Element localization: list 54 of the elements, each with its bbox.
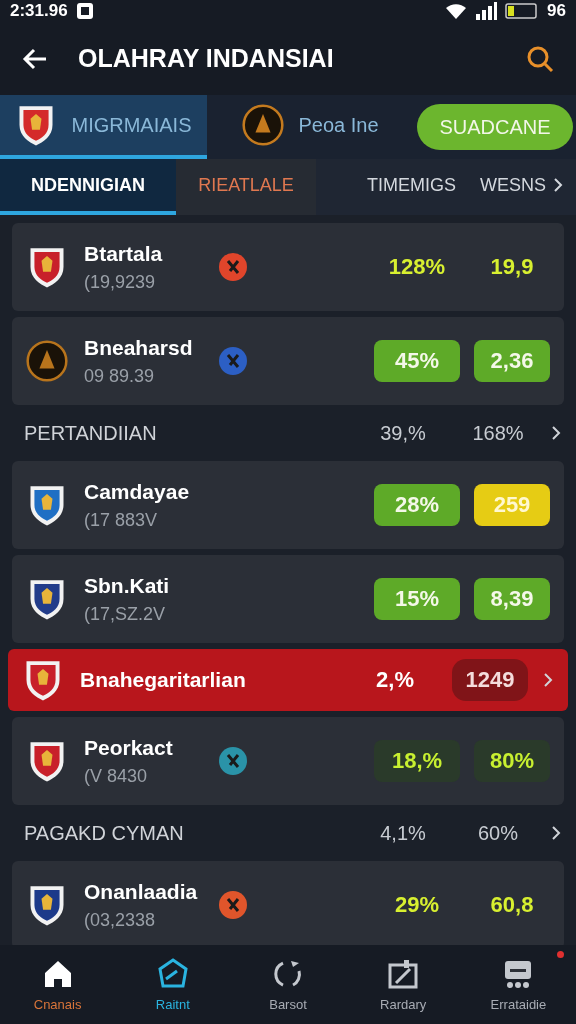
team-row[interactable]: Sbn.Kati (17,SZ.2V 15% 8,39	[12, 555, 564, 643]
team-code: (03,2338	[84, 909, 157, 931]
stat-value: 19,9	[489, 253, 535, 281]
team-code: (17,SZ.2V	[84, 603, 167, 625]
search-icon[interactable]	[526, 44, 554, 73]
signal-icon	[475, 2, 498, 20]
stat-value: 39,%	[379, 420, 427, 446]
stat-value: 4,1%	[379, 820, 427, 846]
back-icon[interactable]	[22, 46, 48, 71]
team-row[interactable]: Camdayae (17 883V 28% 259	[12, 461, 564, 549]
stat-value: 8,39	[474, 578, 550, 620]
stat-value: 168%	[471, 420, 525, 446]
wifi-icon	[445, 2, 468, 20]
status-time: 2:31.96	[10, 1, 68, 21]
team-name: Bnahegaritarlian	[80, 668, 246, 692]
category-tab[interactable]: RIEATLALE	[176, 159, 316, 215]
stat-value: 15%	[374, 578, 460, 620]
team-code: (V 8430	[84, 765, 149, 787]
stat-value: 2,%	[375, 666, 415, 694]
board-icon	[386, 957, 421, 991]
stat-value: 259	[474, 484, 550, 526]
team-code: (17 883V	[84, 509, 159, 531]
stat-value: 18,%	[374, 740, 460, 782]
stat-value: 60%	[477, 820, 519, 846]
category-tab[interactable]: TIMEMIGS	[355, 159, 468, 215]
team-row[interactable]: Btartala (19,9239 128% 19,9	[12, 223, 564, 311]
team-code: (19,9239	[84, 271, 157, 293]
stat-value: 29%	[393, 891, 440, 919]
stat-value: 80%	[474, 740, 550, 782]
team-name: Bneaharsd	[84, 335, 194, 360]
stat-value: 2,36	[474, 340, 550, 382]
category-tab[interactable]: NDENNIGIAN	[0, 159, 176, 215]
team-name: Peorkact	[84, 735, 174, 760]
stat-value: 1249	[452, 659, 528, 701]
stat-value: 45%	[374, 340, 460, 382]
stat-value: 60,8	[489, 891, 535, 919]
team-row[interactable]: Bneaharsd 09 89.39 45% 2,36	[12, 317, 564, 405]
section-title: PERTANDIIAN	[24, 421, 157, 445]
team-code: 09 89.39	[84, 365, 156, 387]
stat-value: 128%	[387, 253, 447, 281]
team-tab[interactable]: MIGRMAIAIS	[0, 95, 207, 159]
page-title: OLAHRAY INDANSIAI	[78, 44, 335, 73]
battery-icon	[505, 2, 540, 20]
highlighted-team-row[interactable]: Bnahegaritarlian 2,% 1249	[8, 649, 568, 711]
team-name: Sbn.Kati	[84, 573, 171, 598]
battery-percent: 96	[547, 1, 566, 21]
team-name: Camdayae	[84, 479, 191, 504]
team-row[interactable]: Peorkact (V 8430 18,% 80%	[12, 717, 564, 805]
team-tab[interactable]: Peoa Ine	[207, 95, 414, 159]
team-name: Btartala	[84, 241, 164, 266]
category-tab[interactable]: WESNS	[468, 159, 576, 215]
section-title: PAGAKD CYMAN	[24, 821, 184, 845]
stat-value: 28%	[374, 484, 460, 526]
team-name: Onanlaadia	[84, 879, 199, 904]
